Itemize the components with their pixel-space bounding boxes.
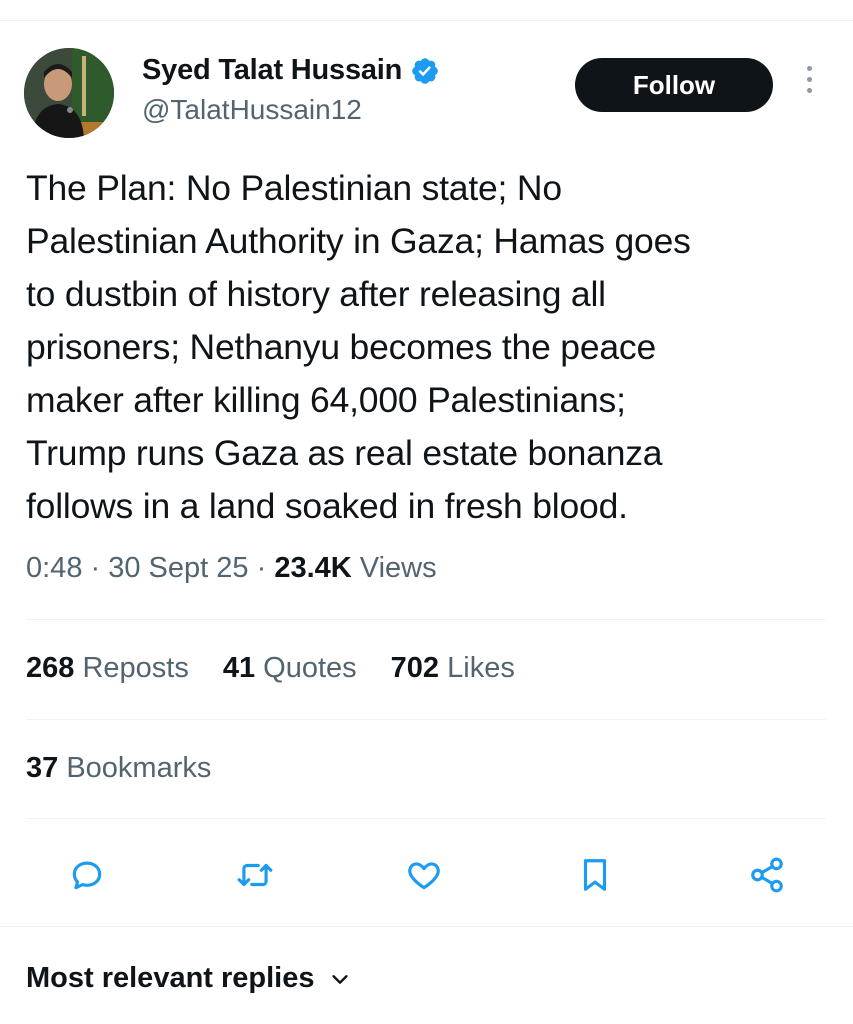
repost-button[interactable] [230,850,280,900]
reply-icon [72,861,102,890]
tweet-text-line: maker after killing 64,000 Palestinians; [26,380,626,420]
tweet-text-line: follows in a land soaked in fresh blood. [26,486,628,526]
divider [26,818,826,819]
engagement-stats: 268 Reposts 41 Quotes 702 Likes [26,652,515,685]
like-button[interactable] [399,850,449,900]
reply-button[interactable] [62,850,112,900]
reposts-label: Reposts [82,652,189,684]
like-icon [408,862,440,890]
tweet-text: The Plan: No Palestinian state; No Pales… [26,162,826,533]
top-divider [0,20,853,21]
share-button[interactable] [742,850,792,900]
divider [26,619,826,620]
tweet-text-line: prisoners; Nethanyu becomes the peace [26,327,657,367]
tweet-actions-bar [0,850,853,900]
meta-separator: · [256,552,275,584]
verified-badge-icon [412,57,438,84]
views-count: 23.4K [274,552,352,584]
likes-stat[interactable]: 702 Likes [391,652,515,685]
views-label: Views [359,552,437,584]
avatar-photo [24,48,114,138]
tweet-text-line: to dustbin of history after releasing al… [26,274,606,314]
bookmarks-count: 37 [26,752,59,784]
likes-label: Likes [447,652,515,684]
likes-count: 702 [390,652,440,684]
section-divider [0,926,853,927]
avatar[interactable] [24,48,114,138]
quotes-count: 41 [222,652,256,684]
bookmarks-stat[interactable]: 37 Bookmarks [26,752,211,785]
chevron-down-icon [331,974,348,984]
bookmark-icon [583,859,607,891]
author-display-name[interactable]: Syed Talat Hussain [142,54,402,87]
tweet-time[interactable]: 0:48 [26,552,82,584]
reposts-count: 268 [26,652,75,684]
author-handle[interactable]: @TalatHussain12 [142,94,362,126]
quotes-stat[interactable]: 41 Quotes [223,652,357,685]
tweet-text-line: Trump runs Gaza as real estate bonanza [26,433,663,473]
quotes-label: Quotes [263,652,357,684]
replies-sort-dropdown[interactable]: Most relevant replies [26,962,351,995]
tweet-text-line: The Plan: No Palestinian state; No [26,168,562,208]
tweet-date[interactable]: 30 Sept 25 [108,552,248,584]
divider [26,719,826,720]
tweet-detail-page: Syed Talat Hussain @TalatHussain12 Follo… [0,0,853,1024]
meta-separator: · [90,552,109,584]
more-options-icon[interactable] [798,66,820,102]
bookmarks-label: Bookmarks [66,752,212,784]
author-name-row: Syed Talat Hussain [142,54,440,87]
tweet-text-line: Palestinian Authority in Gaza; Hamas goe… [26,221,691,261]
tweet-meta: 0:48 · 30 Sept 25 · 23.4K Views [26,552,437,585]
follow-button[interactable]: Follow [575,58,773,112]
reposts-stat[interactable]: 268 Reposts [26,652,189,685]
share-icon [751,857,783,893]
repost-icon [237,863,273,887]
bookmark-button[interactable] [570,850,620,900]
replies-sort-label: Most relevant replies [26,962,315,994]
